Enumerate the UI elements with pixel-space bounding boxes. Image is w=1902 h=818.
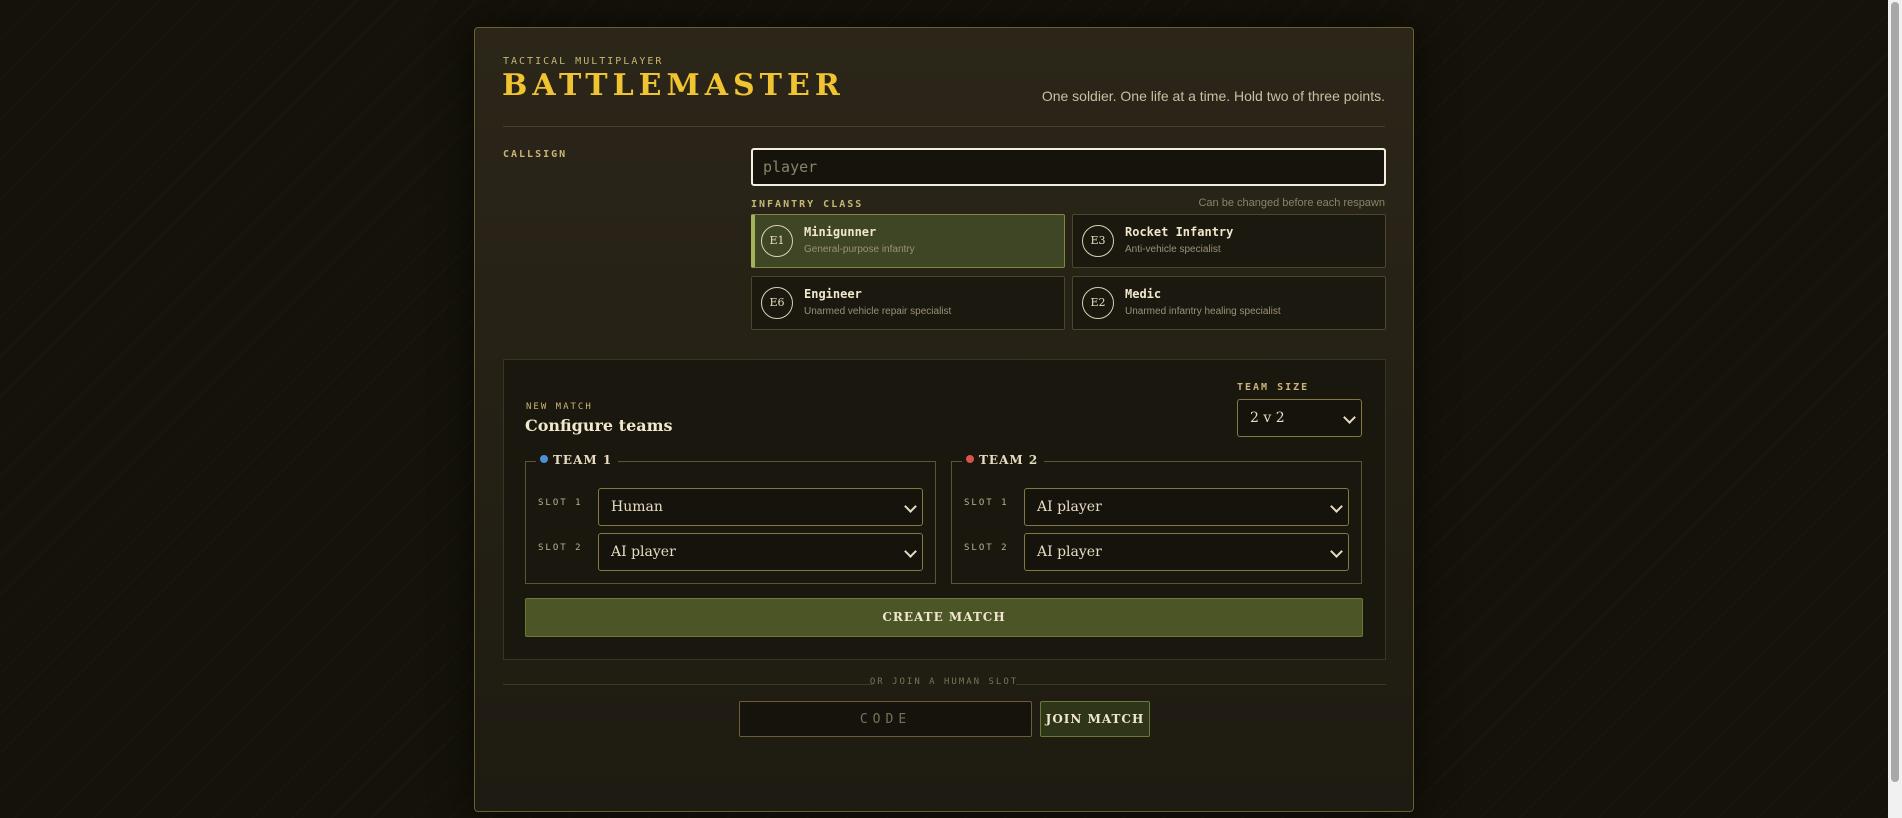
create-match-button[interactable]: CREATE MATCH (525, 598, 1363, 637)
callsign-input[interactable] (751, 148, 1386, 186)
class-description: Unarmed infantry healing specialist (1125, 306, 1281, 317)
scrollbar-thumb[interactable] (1891, 2, 1899, 782)
class-card-rocket-infantry[interactable]: E3 Rocket Infantry Anti-vehicle speciali… (1072, 214, 1386, 268)
team-size-label: TEAM SIZE (1237, 382, 1310, 393)
class-badge-icon: E2 (1082, 287, 1114, 319)
header-eyebrow: TACTICAL MULTIPLAYER (503, 56, 664, 67)
class-badge-icon: E1 (761, 225, 793, 257)
class-description: General-purpose infantry (804, 244, 915, 255)
class-name: Minigunner (804, 225, 877, 239)
new-match-panel: NEW MATCH Configure teams TEAM SIZE 2 v … (503, 359, 1386, 660)
class-card-medic[interactable]: E2 Medic Unarmed infantry healing specia… (1072, 276, 1386, 330)
join-divider-text: OR JOIN A HUMAN SLOT (869, 677, 1019, 687)
team-2-fieldset: TEAM 2 SLOT 1 AI player SLOT 2 AI player (951, 453, 1362, 584)
team-2-name: TEAM 2 (979, 453, 1039, 467)
header-divider (503, 126, 1385, 127)
slot-label: SLOT 2 (964, 543, 1009, 553)
class-badge-icon: E6 (761, 287, 793, 319)
team-1-fieldset: TEAM 1 SLOT 1 Human SLOT 2 AI player (525, 453, 936, 584)
class-card-engineer[interactable]: E6 Engineer Unarmed vehicle repair speci… (751, 276, 1065, 330)
class-description: Unarmed vehicle repair specialist (804, 306, 952, 317)
class-description: Anti-vehicle specialist (1125, 244, 1221, 255)
chevron-down-icon (1330, 545, 1343, 558)
team-size-value: 2 v 2 (1250, 410, 1285, 426)
team-1-slot-2-select[interactable]: AI player (598, 533, 923, 571)
class-name: Rocket Infantry (1125, 225, 1234, 239)
game-title: BATTLEMASTER (502, 68, 845, 103)
callsign-label: CALLSIGN (503, 149, 568, 160)
class-badge-icon: E3 (1082, 225, 1114, 257)
new-match-eyebrow: NEW MATCH (526, 402, 593, 412)
join-code-input[interactable] (739, 701, 1032, 737)
chevron-down-icon (904, 545, 917, 558)
slot-value: AI player (611, 544, 676, 560)
slot-value: Human (611, 499, 663, 515)
team-1-legend: TEAM 1 (536, 453, 619, 467)
slot-label: SLOT 1 (538, 498, 583, 508)
lobby-card: TACTICAL MULTIPLAYER BATTLEMASTER One so… (474, 27, 1414, 812)
team-2-slot-1-select[interactable]: AI player (1024, 488, 1349, 526)
slot-label: SLOT 2 (538, 543, 583, 553)
team-2-dot-icon (966, 455, 974, 463)
team-1-name: TEAM 1 (553, 453, 613, 467)
team-size-select[interactable]: 2 v 2 (1237, 399, 1362, 437)
slot-value: AI player (1037, 544, 1102, 560)
slot-value: AI player (1037, 499, 1102, 515)
configure-teams-title: Configure teams (525, 416, 673, 435)
page-scrollbar[interactable] (1888, 0, 1902, 818)
team-1-dot-icon (540, 455, 548, 463)
class-name: Engineer (804, 287, 862, 301)
join-match-button[interactable]: JOIN MATCH (1040, 701, 1150, 737)
infantry-class-hint: Can be changed before each respawn (1198, 197, 1385, 209)
team-1-slot-1-select[interactable]: Human (598, 488, 923, 526)
chevron-down-icon (1343, 411, 1356, 424)
team-2-legend: TEAM 2 (962, 453, 1045, 467)
slot-label: SLOT 1 (964, 498, 1009, 508)
chevron-down-icon (1330, 500, 1343, 513)
class-name: Medic (1125, 287, 1162, 301)
chevron-down-icon (904, 500, 917, 513)
tagline: One soldier. One life at a time. Hold tw… (1041, 88, 1385, 104)
team-2-slot-2-select[interactable]: AI player (1024, 533, 1349, 571)
infantry-class-label: INFANTRY CLASS (751, 199, 864, 210)
class-card-minigunner[interactable]: E1 Minigunner General-purpose infantry (751, 214, 1065, 268)
